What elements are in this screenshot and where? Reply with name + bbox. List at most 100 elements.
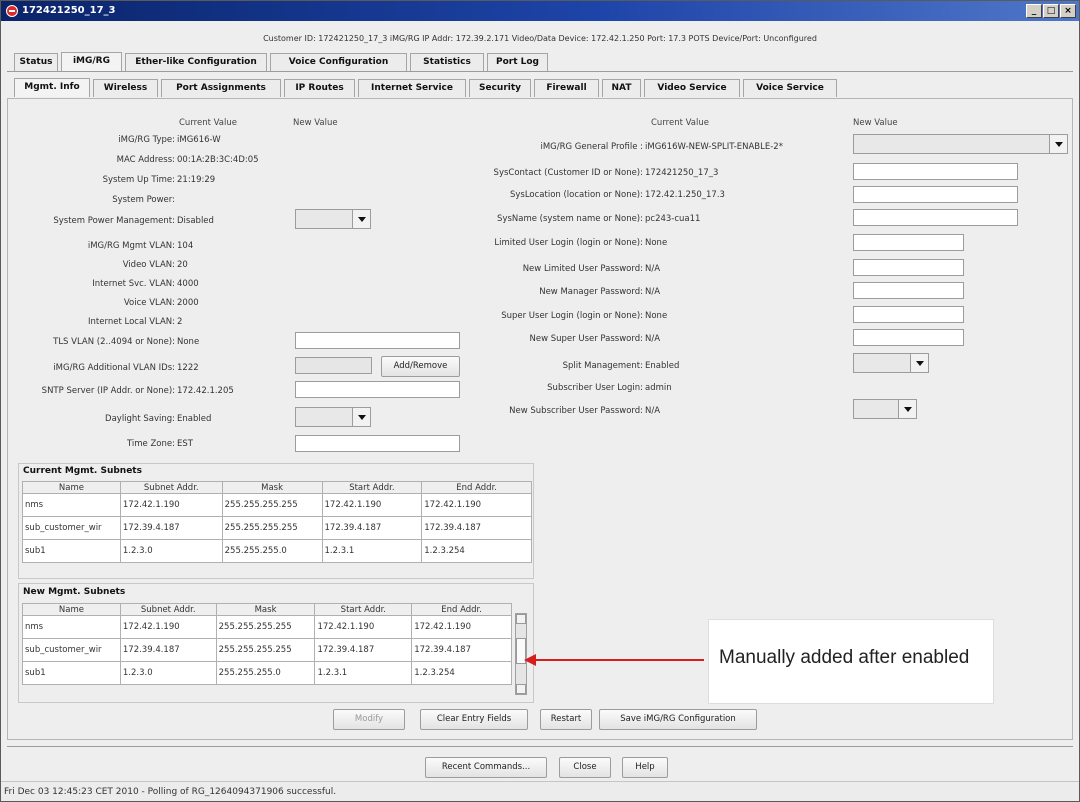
system-power-mgmt-select[interactable] [295,209,371,229]
close-window-button[interactable]: × [1060,4,1076,18]
restart-button[interactable]: Restart [540,709,592,730]
tab-statistics[interactable]: Statistics [410,53,484,71]
table-row[interactable]: sub_customer_wir 172.39.4.187 255.255.25… [22,516,532,540]
tab-security[interactable]: Security [469,79,531,97]
sysname-input[interactable] [853,209,1018,226]
super-user-password-input[interactable] [853,329,964,346]
scroll-up-icon[interactable] [516,614,526,624]
table-row[interactable]: sub1 1.2.3.0 255.255.255.0 1.2.3.1 1.2.3… [22,661,512,685]
manager-password-input[interactable] [853,282,964,299]
sntp-server-value: 172.42.1.205 [177,386,234,396]
tab-port-log[interactable]: Port Log [487,53,548,71]
col-mask[interactable]: Mask [221,481,323,494]
tab-firewall[interactable]: Firewall [534,79,599,97]
system-power-mgmt-value: Disabled [177,216,214,226]
tab-video-service[interactable]: Video Service [644,79,740,97]
col-subnet-addr[interactable]: Subnet Addr. [119,603,217,616]
general-profile-select[interactable] [853,134,1068,154]
mgmt-vlan-label: iMG/RG Mgmt VLAN: [87,241,175,251]
table-row[interactable]: nms 172.42.1.190 255.255.255.255 172.42.… [22,615,512,639]
col-start-addr[interactable]: Start Addr. [321,481,423,494]
subscriber-user-login-label: Subscriber User Login: [547,383,643,393]
split-management-label: Split Management: [562,361,643,371]
app-icon [6,5,18,17]
maximize-button[interactable]: □ [1043,4,1059,18]
table-row[interactable]: sub_customer_wir 172.39.4.187 255.255.25… [22,638,512,662]
col-subnet-addr[interactable]: Subnet Addr. [119,481,223,494]
close-button[interactable]: Close [559,757,611,778]
voice-vlan-label: Voice VLAN: [123,298,175,308]
new-subnets-table[interactable]: Name Subnet Addr. Mask Start Addr. End A… [22,603,512,685]
tab-status[interactable]: Status [14,53,58,71]
additional-vlan-ids-label: iMG/RG Additional VLAN IDs: [53,363,175,373]
tab-ip-routes[interactable]: IP Routes [284,79,355,97]
time-zone-label: Time Zone: [126,439,175,449]
table-row[interactable]: sub1 1.2.3.0 255.255.255.0 1.2.3.1 1.2.3… [22,539,532,563]
limited-user-password-value: N/A [645,264,661,274]
tab-ether-like-configuration[interactable]: Ether-like Configuration [125,53,267,71]
add-remove-button[interactable]: Add/Remove [381,356,460,377]
system-power-label: System Power: [112,195,175,205]
system-up-time-label: System Up Time: [102,175,175,185]
clear-entry-fields-button[interactable]: Clear Entry Fields [420,709,528,730]
col-end-addr[interactable]: End Addr. [421,481,532,494]
save-img-rg-configuration-button[interactable]: Save iMG/RG Configuration [599,709,757,730]
col-name[interactable]: Name [22,603,121,616]
bottom-divider [7,746,1073,747]
tab-mgmt-info[interactable]: Mgmt. Info [14,78,90,97]
cell-subnet: 1.2.3.0 [119,539,223,563]
limited-user-login-input[interactable] [853,234,964,251]
system-up-time-value: 21:19:29 [177,175,216,185]
additional-vlan-ids-input[interactable] [295,357,372,374]
cell-end: 1.2.3.254 [411,661,512,685]
split-management-select[interactable] [853,353,929,373]
tab-nat[interactable]: NAT [602,79,641,97]
col-mask[interactable]: Mask [215,603,316,616]
tls-vlan-input[interactable] [295,332,460,349]
col-name[interactable]: Name [22,481,121,494]
cell-mask: 255.255.255.255 [221,516,323,540]
internet-local-vlan-label: Internet Local VLAN: [88,317,175,327]
scroll-down-icon[interactable] [516,684,526,694]
recent-commands-button[interactable]: Recent Commands... [425,757,547,778]
title-bar[interactable]: 172421250_17_3 _ □ × [1,1,1079,21]
tab-port-assignments[interactable]: Port Assignments [161,79,281,97]
chevron-down-icon [352,408,370,426]
cell-end: 172.42.1.190 [421,493,532,517]
cell-name: nms [22,493,121,517]
cell-end: 172.39.4.187 [421,516,532,540]
help-button[interactable]: Help [622,757,668,778]
internet-svc-vlan-label: Internet Svc. VLAN: [92,279,175,289]
super-user-password-value: N/A [645,334,661,344]
time-zone-input[interactable] [295,435,460,452]
syscontact-input[interactable] [853,163,1018,180]
tab-internet-service[interactable]: Internet Service [358,79,466,97]
mac-address-value: 00:1A:2B:3C:4D:05 [177,155,259,165]
daylight-saving-select[interactable] [295,407,371,427]
table-row[interactable]: nms 172.42.1.190 255.255.255.255 172.42.… [22,493,532,517]
modify-button[interactable]: Modify [333,709,405,730]
col-start-addr[interactable]: Start Addr. [314,603,413,616]
minimize-button[interactable]: _ [1026,4,1042,18]
internet-local-vlan-value: 2 [177,317,183,327]
tab-wireless[interactable]: Wireless [93,79,158,97]
limited-user-password-input[interactable] [853,259,964,276]
tab-img-rg[interactable]: iMG/RG [61,52,122,71]
new-subnets-title: New Mgmt. Subnets [23,587,126,597]
cell-mask: 255.255.255.0 [221,539,323,563]
current-subnets-table[interactable]: Name Subnet Addr. Mask Start Addr. End A… [22,481,532,563]
super-user-login-label: Super User Login (login or None): [501,311,643,321]
sntp-server-input[interactable] [295,381,460,398]
subscriber-user-password-select[interactable] [853,399,917,419]
tab-voice-service[interactable]: Voice Service [743,79,837,97]
cell-start: 172.39.4.187 [314,638,413,662]
syslocation-input[interactable] [853,186,1018,203]
cell-name: nms [22,615,121,639]
tab-voice-configuration[interactable]: Voice Configuration [270,53,407,71]
arrow-line [534,659,704,661]
sntp-server-label: SNTP Server (IP Addr. or None): [41,386,175,396]
super-user-login-input[interactable] [853,306,964,323]
col-end-addr[interactable]: End Addr. [411,603,512,616]
subscriber-user-password-value: N/A [645,406,661,416]
window-title: 172421250_17_3 [22,5,116,16]
